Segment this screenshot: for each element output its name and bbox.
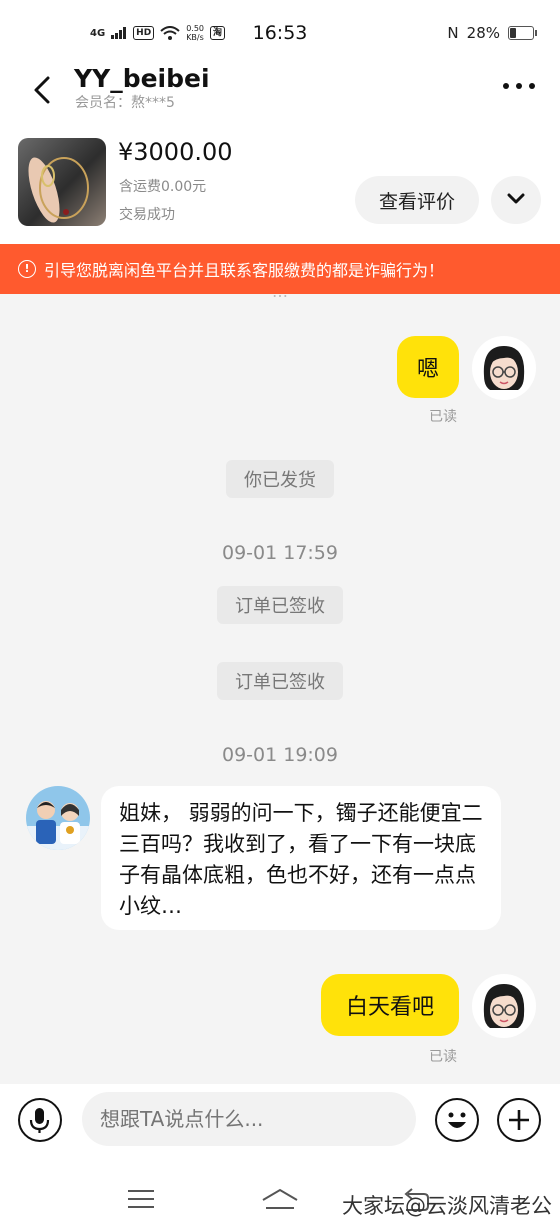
status-bar: 4G HD 0.50 KB/s 淘 16:53 N 28%	[0, 0, 560, 62]
nfc-icon: N	[447, 24, 459, 42]
menu-icon[interactable]	[126, 1188, 156, 1210]
expand-button[interactable]	[491, 176, 541, 224]
input-bar	[0, 1084, 560, 1154]
member-name: 会员名：熬***5	[75, 95, 175, 111]
product-card[interactable]: ¥3000.00 含运费0.00元 交易成功 查看评价	[0, 124, 560, 244]
chat-area[interactable]: … 嗯 已读 你已发货 09-01 17:59 订单已签收 订单已签收 09-0…	[0, 294, 560, 1084]
message-input[interactable]	[82, 1092, 416, 1146]
battery-level: 28%	[466, 24, 500, 42]
system-notice: 订单已签收	[0, 586, 560, 624]
couple-avatar-icon	[26, 786, 90, 850]
bracelet-photo-icon	[28, 157, 89, 223]
timestamp: 09-01 17:59	[221, 542, 338, 564]
received-notice: 订单已签收	[217, 662, 343, 700]
system-notice: 你已发货	[0, 460, 560, 498]
trade-status: 交易成功	[119, 207, 175, 223]
more-options-icon[interactable]	[500, 76, 538, 96]
shipped-notice: 你已发货	[226, 460, 334, 498]
timestamp: 09-01 19:09	[221, 744, 338, 766]
emoji-button[interactable]	[435, 1098, 479, 1142]
received-notice: 订单已签收	[217, 586, 343, 624]
chat-header: YY_beibei 会员名：熬***5	[0, 62, 560, 124]
warning-icon: !	[18, 260, 36, 278]
shipping-fee: 含运费0.00元	[119, 179, 207, 195]
view-review-button[interactable]: 查看评价	[355, 176, 479, 224]
chevron-down-icon	[507, 193, 525, 203]
battery-icon	[508, 26, 537, 40]
message-bubble-sent[interactable]: 白天看吧	[321, 974, 459, 1036]
product-thumbnail[interactable]	[18, 138, 106, 226]
home-icon[interactable]	[260, 1186, 300, 1212]
microphone-icon	[29, 1108, 50, 1133]
warning-text: 引导您脱离闲鱼平台并且联系客服缴费的都是诈骗行为！	[44, 261, 445, 280]
my-avatar[interactable]	[472, 974, 536, 1038]
seller-avatar[interactable]	[26, 786, 90, 850]
system-notice: 订单已签收	[0, 662, 560, 700]
girl-avatar-icon	[472, 974, 536, 1038]
chat-title: YY_beibei	[74, 64, 210, 93]
message-bubble-sent[interactable]: 嗯	[397, 336, 459, 398]
girl-avatar-icon	[472, 336, 536, 400]
my-avatar[interactable]	[472, 336, 536, 400]
message-bubble-received[interactable]: 姐妹， 弱弱的问一下，镯子还能便宜二三百吗？我收到了，看了一下有一块底子有晶体底…	[101, 786, 501, 930]
product-price: ¥3000.00	[118, 138, 233, 166]
add-more-button[interactable]	[497, 1098, 541, 1142]
read-receipt: 已读	[429, 409, 457, 425]
watermark-text: 大家坛@云淡风清老公	[342, 1194, 552, 1218]
voice-button[interactable]	[18, 1098, 62, 1142]
fraud-warning-banner: ! 引导您脱离闲鱼平台并且联系客服缴费的都是诈骗行为！	[0, 244, 560, 294]
status-right: N 28%	[447, 24, 537, 42]
emoji-icon	[448, 1112, 466, 1128]
read-receipt: 已读	[429, 1049, 457, 1065]
clipped-message: …	[0, 294, 560, 301]
system-nav-bar: 大家坛@云淡风清老公	[0, 1154, 560, 1232]
back-arrow-icon[interactable]	[26, 72, 62, 108]
plus-icon	[509, 1110, 529, 1130]
